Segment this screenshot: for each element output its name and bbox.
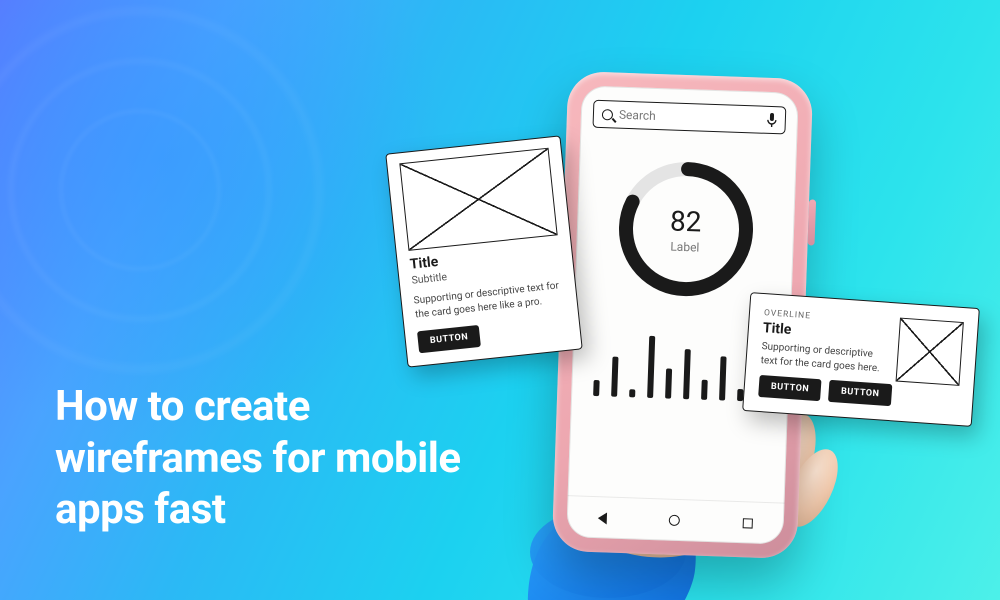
card-button[interactable]: BUTTON <box>417 325 481 353</box>
mic-icon[interactable] <box>767 113 777 127</box>
wireframe-card-right: OVERLINE Title Supporting or descriptive… <box>742 292 980 427</box>
card-description: Supporting or descriptive text for the c… <box>760 340 886 376</box>
overview-icon[interactable] <box>742 518 752 528</box>
search-placeholder: Search <box>619 108 761 127</box>
search-icon <box>602 109 613 120</box>
donut-label: Label <box>670 239 699 254</box>
hero-stage: How to create wireframes for mobile apps… <box>0 0 1000 600</box>
card-button-1[interactable]: BUTTON <box>758 375 822 401</box>
donut-chart: 82 Label <box>574 151 796 306</box>
decorative-ring <box>10 60 270 320</box>
search-input[interactable]: Search <box>592 100 786 135</box>
donut-value: 82 <box>669 204 702 238</box>
decorative-ring <box>60 110 220 270</box>
card-button-2[interactable]: BUTTON <box>828 380 892 406</box>
android-nav-bar <box>566 495 784 545</box>
home-icon[interactable] <box>669 515 680 526</box>
wireframe-card-left: Title Subtitle Supporting or descriptive… <box>385 135 583 367</box>
page-title: How to create wireframes for mobile apps… <box>55 381 475 535</box>
image-placeholder-icon <box>399 148 557 251</box>
card-description: Supporting or descriptive text for the c… <box>413 279 565 322</box>
image-placeholder-icon <box>896 318 964 386</box>
back-icon[interactable] <box>598 512 607 524</box>
decorative-ring <box>0 10 320 370</box>
